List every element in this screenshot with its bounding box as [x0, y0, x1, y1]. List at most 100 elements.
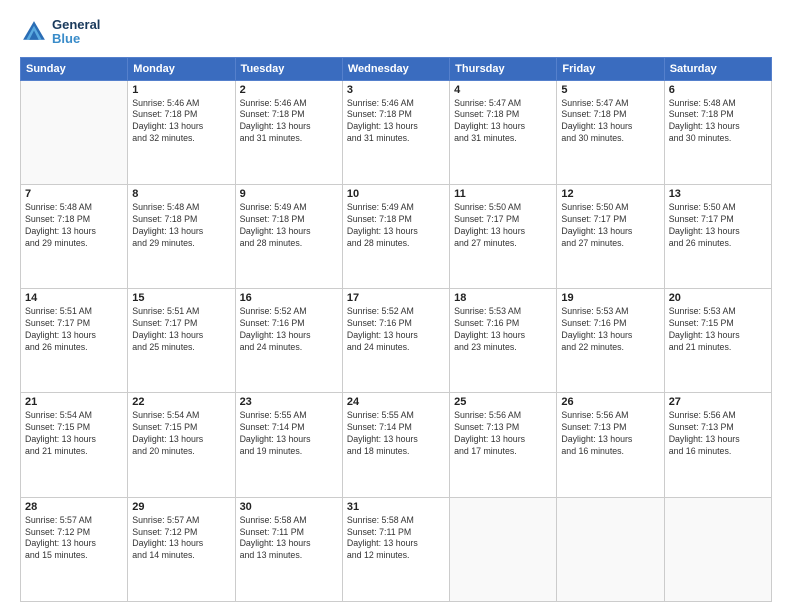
day-number: 10 — [347, 188, 445, 200]
col-wednesday: Wednesday — [342, 57, 449, 80]
day-number: 17 — [347, 292, 445, 304]
table-row: 26Sunrise: 5:56 AM Sunset: 7:13 PM Dayli… — [557, 393, 664, 497]
col-friday: Friday — [557, 57, 664, 80]
day-info: Sunrise: 5:57 AM Sunset: 7:12 PM Dayligh… — [25, 515, 123, 563]
day-number: 5 — [561, 84, 659, 96]
table-row: 23 Sunrise: 5:55 AM Sunset: 7:14 PM Dayli… — [235, 393, 342, 497]
page: General Blue Sunday Monday Tuesday Wedne… — [0, 0, 792, 612]
day-info: Sunrise: 5:58 AM Sunset: 7:11 PM Dayligh… — [240, 515, 338, 563]
table-row: 18 Sunrise: 5:53 AM Sunset: 7:16 PM Dayli… — [450, 289, 557, 393]
day-info: Sunrise: 5:47 AM Sunset: 7:18 PM Dayligh… — [454, 98, 552, 146]
day-info: Sunrise: 5:46 AM Sunset: 7:18 PM Dayligh… — [132, 98, 230, 146]
calendar-table: Sunday Monday Tuesday Wednesday Thursday… — [20, 57, 772, 602]
day-number: 31 — [347, 501, 445, 513]
day-info: Sunrise: 5:50 AM Sunset: 7:17 PM Dayligh… — [454, 202, 552, 250]
day-info: Sunrise: 5:54 AM Sunset: 7:15 PM Dayligh… — [132, 410, 230, 458]
day-number: 19 — [561, 292, 659, 304]
table-row: 15Sunrise: 5:51 AM Sunset: 7:17 PM Dayli… — [128, 289, 235, 393]
day-info: Sunrise: 5:53 AM Sunset: 7:16 PM Dayligh… — [561, 306, 659, 354]
day-number: 25 — [454, 396, 552, 408]
table-row: 11 Sunrise: 5:50 AM Sunset: 7:17 PM Dayli… — [450, 184, 557, 288]
day-number: 15 — [132, 292, 230, 304]
table-row: 1 Sunrise: 5:46 AM Sunset: 7:18 PM Daylig… — [128, 80, 235, 184]
calendar-week-row: 28Sunrise: 5:57 AM Sunset: 7:12 PM Dayli… — [21, 497, 772, 601]
day-number: 23 — [240, 396, 338, 408]
table-row: 9 Sunrise: 5:49 AM Sunset: 7:18 PM Daylig… — [235, 184, 342, 288]
day-number: 1 — [132, 84, 230, 96]
day-info: Sunrise: 5:47 AM Sunset: 7:18 PM Dayligh… — [561, 98, 659, 146]
day-info: Sunrise: 5:53 AM Sunset: 7:15 PM Dayligh… — [669, 306, 767, 354]
table-row: 24Sunrise: 5:55 AM Sunset: 7:14 PM Dayli… — [342, 393, 449, 497]
table-row: 22 Sunrise: 5:54 AM Sunset: 7:15 PM Dayli… — [128, 393, 235, 497]
table-row: 6Sunrise: 5:48 AM Sunset: 7:18 PM Daylig… — [664, 80, 771, 184]
calendar-week-row: 14Sunrise: 5:51 AM Sunset: 7:17 PM Dayli… — [21, 289, 772, 393]
day-info: Sunrise: 5:53 AM Sunset: 7:16 PM Dayligh… — [454, 306, 552, 354]
day-info: Sunrise: 5:58 AM Sunset: 7:11 PM Dayligh… — [347, 515, 445, 563]
col-sunday: Sunday — [21, 57, 128, 80]
day-number: 8 — [132, 188, 230, 200]
day-number: 9 — [240, 188, 338, 200]
day-number: 16 — [240, 292, 338, 304]
day-number: 27 — [669, 396, 767, 408]
table-row: 29 Sunrise: 5:57 AM Sunset: 7:12 PM Dayli… — [128, 497, 235, 601]
day-number: 11 — [454, 188, 552, 200]
table-row: 31 Sunrise: 5:58 AM Sunset: 7:11 PM Dayli… — [342, 497, 449, 601]
day-number: 7 — [25, 188, 123, 200]
day-info: Sunrise: 5:52 AM Sunset: 7:16 PM Dayligh… — [347, 306, 445, 354]
table-row: 30 Sunrise: 5:58 AM Sunset: 7:11 PM Dayli… — [235, 497, 342, 601]
table-row: 17 Sunrise: 5:52 AM Sunset: 7:16 PM Dayli… — [342, 289, 449, 393]
table-row: 28Sunrise: 5:57 AM Sunset: 7:12 PM Dayli… — [21, 497, 128, 601]
day-number: 6 — [669, 84, 767, 96]
table-row: 5 Sunrise: 5:47 AM Sunset: 7:18 PM Daylig… — [557, 80, 664, 184]
table-row: 8 Sunrise: 5:48 AM Sunset: 7:18 PM Daylig… — [128, 184, 235, 288]
day-info: Sunrise: 5:49 AM Sunset: 7:18 PM Dayligh… — [240, 202, 338, 250]
col-thursday: Thursday — [450, 57, 557, 80]
calendar-week-row: 1 Sunrise: 5:46 AM Sunset: 7:18 PM Daylig… — [21, 80, 772, 184]
col-saturday: Saturday — [664, 57, 771, 80]
table-row: 4 Sunrise: 5:47 AM Sunset: 7:18 PM Daylig… — [450, 80, 557, 184]
day-info: Sunrise: 5:48 AM Sunset: 7:18 PM Dayligh… — [132, 202, 230, 250]
table-row: 10Sunrise: 5:49 AM Sunset: 7:18 PM Dayli… — [342, 184, 449, 288]
table-row: 20 Sunrise: 5:53 AM Sunset: 7:15 PM Dayli… — [664, 289, 771, 393]
day-info: Sunrise: 5:46 AM Sunset: 7:18 PM Dayligh… — [347, 98, 445, 146]
day-number: 20 — [669, 292, 767, 304]
logo: General Blue — [20, 18, 100, 47]
table-row — [450, 497, 557, 601]
table-row: 25 Sunrise: 5:56 AM Sunset: 7:13 PM Dayli… — [450, 393, 557, 497]
day-number: 26 — [561, 396, 659, 408]
day-number: 13 — [669, 188, 767, 200]
table-row: 16 Sunrise: 5:52 AM Sunset: 7:16 PM Dayli… — [235, 289, 342, 393]
table-row: 3 Sunrise: 5:46 AM Sunset: 7:18 PM Daylig… — [342, 80, 449, 184]
day-number: 30 — [240, 501, 338, 513]
day-info: Sunrise: 5:52 AM Sunset: 7:16 PM Dayligh… — [240, 306, 338, 354]
day-number: 24 — [347, 396, 445, 408]
day-info: Sunrise: 5:56 AM Sunset: 7:13 PM Dayligh… — [454, 410, 552, 458]
day-number: 21 — [25, 396, 123, 408]
calendar-header-row: Sunday Monday Tuesday Wednesday Thursday… — [21, 57, 772, 80]
table-row: 12Sunrise: 5:50 AM Sunset: 7:17 PM Dayli… — [557, 184, 664, 288]
day-number: 22 — [132, 396, 230, 408]
day-info: Sunrise: 5:51 AM Sunset: 7:17 PM Dayligh… — [25, 306, 123, 354]
day-info: Sunrise: 5:48 AM Sunset: 7:18 PM Dayligh… — [25, 202, 123, 250]
day-info: Sunrise: 5:57 AM Sunset: 7:12 PM Dayligh… — [132, 515, 230, 563]
day-info: Sunrise: 5:56 AM Sunset: 7:13 PM Dayligh… — [669, 410, 767, 458]
calendar-week-row: 7 Sunrise: 5:48 AM Sunset: 7:18 PM Daylig… — [21, 184, 772, 288]
logo-icon — [20, 18, 48, 46]
day-info: Sunrise: 5:46 AM Sunset: 7:18 PM Dayligh… — [240, 98, 338, 146]
logo-text: General Blue — [52, 18, 100, 47]
table-row — [557, 497, 664, 601]
table-row: 2 Sunrise: 5:46 AM Sunset: 7:18 PM Daylig… — [235, 80, 342, 184]
calendar-week-row: 21 Sunrise: 5:54 AM Sunset: 7:15 PM Dayli… — [21, 393, 772, 497]
table-row: 7 Sunrise: 5:48 AM Sunset: 7:18 PM Daylig… — [21, 184, 128, 288]
table-row: 27 Sunrise: 5:56 AM Sunset: 7:13 PM Dayli… — [664, 393, 771, 497]
day-number: 2 — [240, 84, 338, 96]
header: General Blue — [20, 18, 772, 47]
table-row — [664, 497, 771, 601]
col-monday: Monday — [128, 57, 235, 80]
day-number: 18 — [454, 292, 552, 304]
day-number: 29 — [132, 501, 230, 513]
day-number: 4 — [454, 84, 552, 96]
day-info: Sunrise: 5:55 AM Sunset: 7:14 PM Dayligh… — [240, 410, 338, 458]
day-number: 3 — [347, 84, 445, 96]
table-row: 19 Sunrise: 5:53 AM Sunset: 7:16 PM Dayli… — [557, 289, 664, 393]
